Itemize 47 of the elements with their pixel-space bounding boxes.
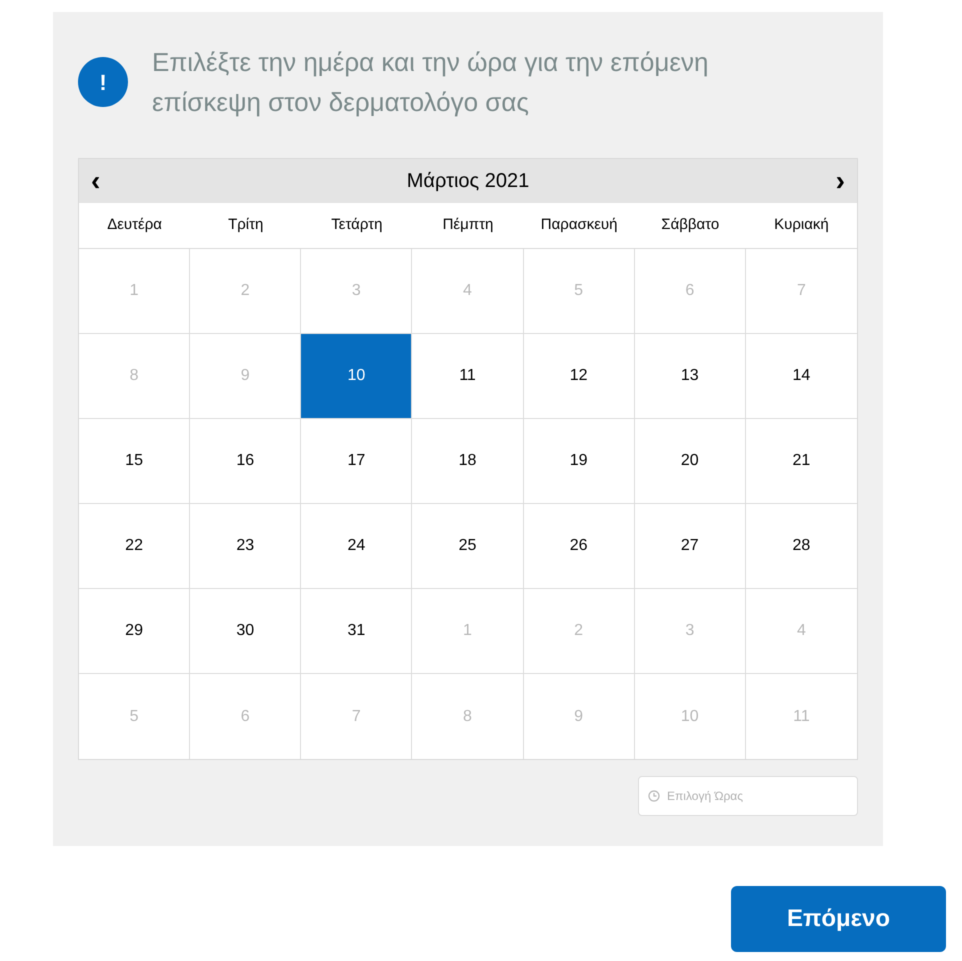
day-cell[interactable]: 17 xyxy=(301,419,412,504)
day-cell[interactable]: 31 xyxy=(301,589,412,674)
day-cell[interactable]: 29 xyxy=(79,589,190,674)
day-cell[interactable]: 20 xyxy=(634,419,746,504)
day-cell: 3 xyxy=(301,249,412,334)
day-cell[interactable]: 18 xyxy=(412,419,524,504)
day-cell[interactable]: 19 xyxy=(524,419,635,504)
day-cell: 1 xyxy=(412,589,524,674)
next-button[interactable]: Επόμενο xyxy=(731,886,946,952)
day-cell[interactable]: 22 xyxy=(79,504,190,589)
weekday-label: Σάββατο xyxy=(661,215,720,236)
day-cell: 2 xyxy=(524,589,635,674)
weekday-label: Πέμπτη xyxy=(442,215,494,236)
day-cell[interactable]: 12 xyxy=(524,334,635,419)
day-cell[interactable]: 15 xyxy=(79,419,190,504)
weekday-label: Παρασκευή xyxy=(540,215,618,236)
day-cell: 5 xyxy=(524,249,635,334)
day-cell[interactable]: 27 xyxy=(634,504,746,589)
instruction-text: Επιλέξτε την ημέρα και την ώρα για την επόμενη επίσκεψη στον δερματολόγο σας xyxy=(152,46,710,119)
day-cell[interactable]: 26 xyxy=(524,504,635,589)
day-cell: 9 xyxy=(524,674,635,759)
next-month-button[interactable]: › xyxy=(836,167,845,195)
weekday-label: Τετάρτη xyxy=(331,215,382,236)
weekday-label: Τρίτη xyxy=(228,215,264,236)
day-cell[interactable]: 25 xyxy=(412,504,524,589)
day-cell: 1 xyxy=(79,249,190,334)
clock-icon xyxy=(648,790,660,802)
day-cell: 9 xyxy=(190,334,302,419)
day-cell[interactable]: 11 xyxy=(412,334,524,419)
day-cell: 8 xyxy=(79,334,190,419)
alert-icon: ! xyxy=(78,57,128,107)
day-cell[interactable]: 10 xyxy=(301,334,412,419)
weekday-label: Κυριακή xyxy=(774,215,829,236)
month-title: Μάρτιος 2021 xyxy=(406,169,530,194)
day-cell[interactable]: 24 xyxy=(301,504,412,589)
time-field[interactable]: Επιλογή Ώρας xyxy=(638,776,858,816)
day-cell[interactable]: 30 xyxy=(190,589,302,674)
day-cell: 2 xyxy=(190,249,302,334)
day-cell: 3 xyxy=(634,589,746,674)
day-cell: 6 xyxy=(634,249,746,334)
day-cell: 10 xyxy=(634,674,746,759)
weekday-label: Δευτέρα xyxy=(107,215,162,236)
previous-month-button[interactable]: ‹ xyxy=(91,167,100,195)
day-cell[interactable]: 23 xyxy=(190,504,302,589)
day-cell[interactable]: 13 xyxy=(634,334,746,419)
day-cell[interactable]: 16 xyxy=(190,419,302,504)
day-cell: 4 xyxy=(412,249,524,334)
